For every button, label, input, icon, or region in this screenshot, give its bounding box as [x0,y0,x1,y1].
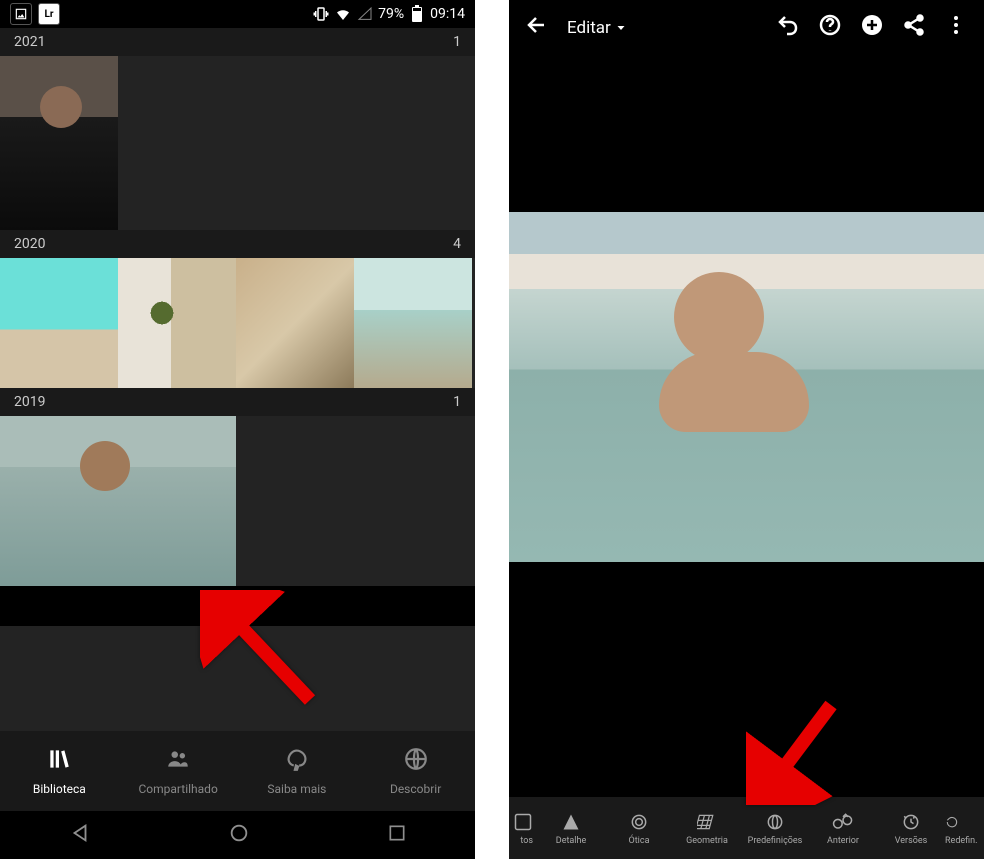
previous-icon [831,811,855,833]
home-button[interactable] [228,822,250,848]
android-nav-bar [0,811,475,859]
photo-canvas [509,212,984,562]
nav-label: Saiba mais [267,782,326,796]
library-icon [46,746,72,778]
year-count: 1 [453,394,461,410]
add-icon[interactable] [860,13,884,43]
nav-saiba-mais[interactable]: Saiba mais [238,731,357,811]
tool-geometria[interactable]: Geometria [673,797,741,859]
year-label: 2019 [14,394,45,410]
photo-thumbnail[interactable] [0,416,236,586]
library-view: 2021 1 2020 4 2019 1 [0,28,475,731]
tool-otica[interactable]: Ótica [605,797,673,859]
tool-anterior[interactable]: Anterior [809,797,877,859]
tool-predefinicoes[interactable]: Predefinições [741,797,809,859]
editor-mode-dropdown[interactable]: Editar [567,18,627,38]
undo-icon[interactable] [776,13,800,43]
tool-label: Versões [895,836,928,846]
photo-thumbnail[interactable] [118,258,236,388]
tool-label: Redefin. [945,836,978,846]
year-header-2021[interactable]: 2021 1 [0,28,475,56]
nav-biblioteca[interactable]: Biblioteca [0,731,119,811]
back-button[interactable] [69,822,91,848]
nav-compartilhado[interactable]: Compartilhado [119,731,238,811]
wifi-icon [334,5,352,23]
photo-thumbnail[interactable] [236,258,354,388]
year-count: 4 [453,236,461,252]
tool-label: Anterior [827,836,859,846]
reset-icon [945,811,959,833]
editor-title: Editar [567,18,611,38]
chevron-down-icon [615,22,627,34]
help-icon[interactable] [818,13,842,43]
tool-label: Predefinições [748,836,803,846]
status-bar: Lr 79% 09:14 [0,0,475,28]
battery-percent: 79% [378,6,404,22]
year-header-2019[interactable]: 2019 1 [0,388,475,416]
presets-icon [765,811,785,833]
geometry-icon [697,811,717,833]
vibrate-icon [312,5,330,23]
photo-preview[interactable] [509,56,984,797]
versions-icon [901,811,921,833]
tool-versoes[interactable]: Versões [877,797,945,859]
more-icon[interactable] [944,13,968,43]
battery-icon [408,5,426,23]
clock: 09:14 [430,6,465,22]
year-label: 2021 [14,34,45,50]
editor-top-bar: Editar [509,0,984,56]
tool-label: Geometria [686,836,728,846]
learn-icon [284,746,310,778]
tool-redefinir[interactable]: Redefin. [945,797,978,859]
nav-label: Biblioteca [33,782,86,796]
year-count: 1 [453,34,461,50]
recents-button[interactable] [387,823,407,847]
photo-thumbnail[interactable] [354,258,472,388]
tool-label: tos [520,836,533,846]
nav-descobrir[interactable]: Descobrir [356,731,475,811]
gallery-app-icon [10,3,32,25]
editor-tool-strip[interactable]: tos Detalhe Ótica Geometria Predefiniçõe… [509,797,984,859]
tool-label: Ótica [629,836,650,846]
shared-icon [165,746,191,778]
optics-icon [629,811,649,833]
photo-thumbnail[interactable] [0,56,118,230]
signal-icon [356,5,374,23]
tool-detalhe[interactable]: Detalhe [537,797,605,859]
year-label: 2020 [14,236,45,252]
photo-thumbnail[interactable] [0,258,118,388]
tool-effects-partial[interactable]: tos [509,797,537,859]
share-icon[interactable] [902,13,926,43]
bottom-nav: Biblioteca Compartilhado Saiba mais Desc… [0,731,475,811]
tool-label: Detalhe [556,836,586,846]
effects-icon [513,811,533,833]
nav-label: Compartilhado [138,782,217,796]
lightroom-app-icon: Lr [38,3,60,25]
detail-icon [561,811,581,833]
nav-label: Descobrir [390,782,441,796]
year-header-2020[interactable]: 2020 4 [0,230,475,258]
discover-icon [403,746,429,778]
back-arrow-icon[interactable] [525,13,549,43]
